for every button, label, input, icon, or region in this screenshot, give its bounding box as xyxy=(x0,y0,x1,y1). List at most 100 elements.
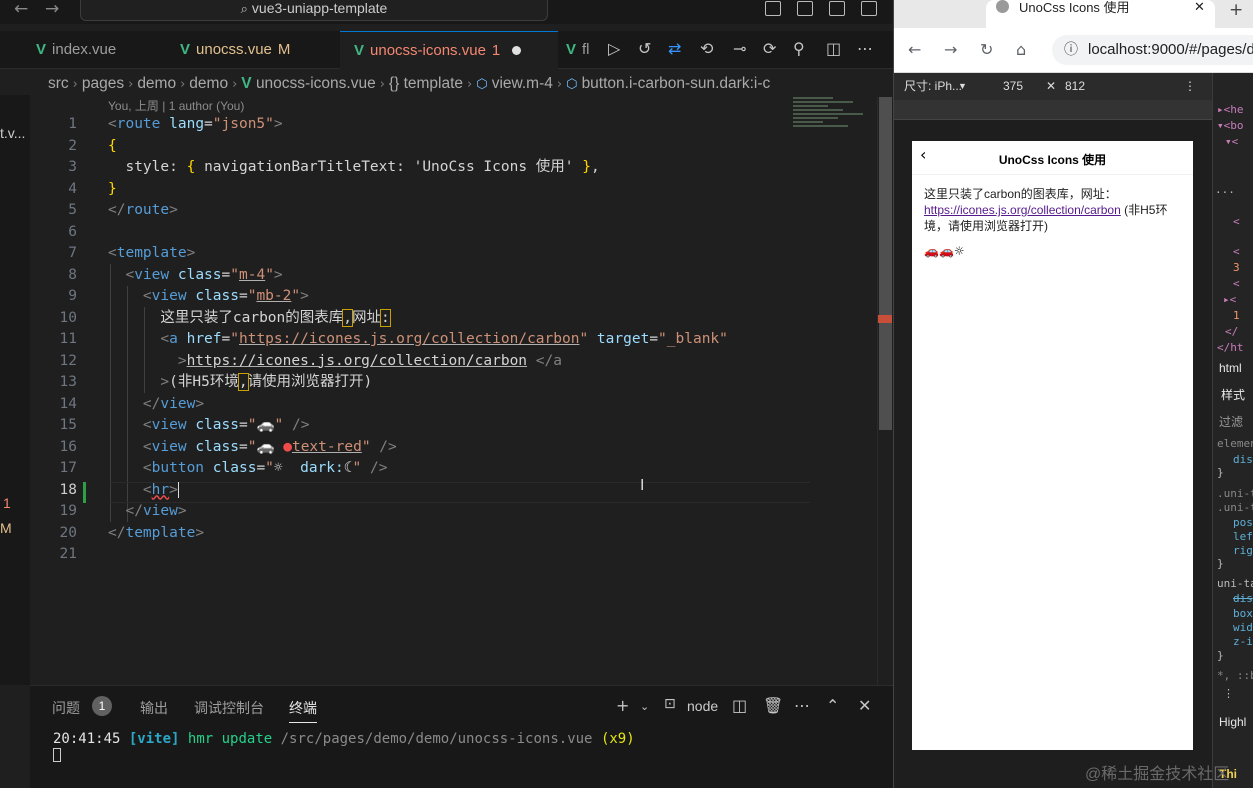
breadcrumb-item[interactable]: view.m-4 xyxy=(492,75,553,92)
bottom-panel: 问题 1 输出 调试控制台 终端 + ⌄ ⊡ node ◫ 🗑 ⋯ ⌃ ✕ 20… xyxy=(30,685,893,788)
dom-node[interactable]: 1 xyxy=(1233,309,1240,322)
dom-node[interactable]: </ xyxy=(1225,325,1238,338)
code-line: 18 <hr> xyxy=(30,480,875,502)
minimap[interactable] xyxy=(793,97,873,137)
dom-node[interactable]: ▸< xyxy=(1223,293,1236,306)
dom-node[interactable]: 3 xyxy=(1233,261,1240,274)
dom-node[interactable]: < xyxy=(1233,215,1240,228)
toggle-secondary-sidebar-icon[interactable] xyxy=(829,1,845,16)
dom-node[interactable]: </ht xyxy=(1217,341,1244,354)
browser-tab[interactable]: UnoCss Icons 使用 ✕ xyxy=(986,0,1215,28)
tab-unocss-icons-vue[interactable]: Vunocss-icons.vue 1 xyxy=(340,31,558,69)
breadcrumb-item[interactable]: unocss-icons.vue xyxy=(256,75,376,92)
more-actions-icon[interactable]: ⋯ xyxy=(857,40,873,58)
terminal-shell-name[interactable]: node xyxy=(687,698,718,714)
styles-filter-input[interactable]: 过滤 xyxy=(1219,413,1243,430)
device-more-icon[interactable]: ⋮ xyxy=(1184,73,1196,100)
forward-arrow-icon[interactable]: → xyxy=(45,0,59,18)
close-panel-icon[interactable]: ✕ xyxy=(858,696,871,715)
chevron-down-icon[interactable]: ⌄ xyxy=(640,700,649,713)
style-rule: .uni-t xyxy=(1217,487,1253,500)
new-tab-icon[interactable]: + xyxy=(1229,0,1243,20)
code-line: 10 这里只装了carbon的图表库,网址: xyxy=(30,308,875,330)
close-tab-icon[interactable]: ✕ xyxy=(1194,0,1205,16)
git-blame-codelens[interactable]: You, 上周 | 1 author (You) xyxy=(108,97,244,114)
dom-node[interactable]: ▾<bo xyxy=(1217,119,1244,132)
timeline-icon[interactable]: ↺ xyxy=(638,40,651,58)
maximize-panel-icon[interactable]: ⌃ xyxy=(826,696,839,715)
tab-fl[interactable]: Vfl xyxy=(566,31,590,69)
git-commit-icon[interactable]: ⊸ xyxy=(733,40,746,58)
navigation-bar: ‹ UnoCss Icons 使用 xyxy=(912,141,1193,175)
style-prop: pos xyxy=(1233,516,1253,529)
line-number: 1 xyxy=(68,116,77,132)
code-editor[interactable]: 1 <route lang="json5"> 2{ 3 style: { navi… xyxy=(30,114,875,684)
tab-debug-console[interactable]: 调试控制台 xyxy=(194,698,264,718)
reload-icon[interactable]: ↻ xyxy=(980,40,993,59)
breadcrumb-item[interactable]: button.i-carbon-sun.dark:i-c xyxy=(582,75,771,92)
breadcrumb-item[interactable]: template xyxy=(404,75,463,92)
breadcrumb-item[interactable]: demo xyxy=(137,75,176,92)
breadcrumb-item[interactable]: src xyxy=(48,75,69,92)
viewport-width[interactable]: 375 xyxy=(1003,73,1023,100)
tab-styles[interactable]: 样式 xyxy=(1221,386,1245,403)
element-icon: ⬡ xyxy=(566,77,582,92)
tab-problems[interactable]: 问题 xyxy=(52,698,80,718)
dom-node[interactable]: ▸<he xyxy=(1217,103,1244,116)
customize-layout-icon[interactable] xyxy=(861,1,877,16)
code-line: 15 <view class="🚗" /> xyxy=(30,415,875,437)
site-info-icon[interactable]: ⓘ xyxy=(1064,35,1078,65)
carbon-link[interactable]: https://icones.js.org/collection/carbon xyxy=(924,203,1121,217)
git-next-icon[interactable]: ⟳ xyxy=(763,40,776,58)
viewport-height[interactable]: 812 xyxy=(1065,73,1085,100)
editor-scrollbar[interactable] xyxy=(877,97,892,685)
code-line: 14 </view> xyxy=(30,394,875,416)
toggle-sidebar-icon[interactable] xyxy=(765,1,781,16)
terminal-output[interactable]: 20:41:45 [vite] hmr update /src/pages/de… xyxy=(53,731,635,747)
toggle-panel-icon[interactable] xyxy=(797,1,813,16)
highlight-tab[interactable]: Highl xyxy=(1219,715,1246,729)
breadcrumb-html[interactable]: html xyxy=(1219,361,1242,375)
dom-node[interactable]: ▾< xyxy=(1225,135,1238,148)
branch-icon[interactable]: ⚲ xyxy=(793,40,805,58)
device-toolbar: 尺寸: iPh... ▼ 375 ✕ 812 ⋮ xyxy=(894,73,1212,100)
back-arrow-icon[interactable]: ← xyxy=(908,40,921,59)
home-icon[interactable]: ⌂ xyxy=(1016,40,1026,59)
device-select[interactable]: 尺寸: iPh... xyxy=(904,73,962,100)
tab-index-vue[interactable]: Vindex.vue xyxy=(36,31,116,69)
address-bar[interactable]: ⓘ localhost:9000/#/pages/d xyxy=(1052,35,1253,65)
dom-ellipsis[interactable]: ... xyxy=(1215,183,1235,196)
style-rule: *, ::b xyxy=(1217,669,1253,682)
tab-unocss-vue[interactable]: Vunocss.vue M xyxy=(180,31,290,69)
tab-output[interactable]: 输出 xyxy=(140,698,168,718)
rendered-icons[interactable]: 🚗🚗☼ xyxy=(924,244,965,258)
new-terminal-icon[interactable]: + xyxy=(616,696,629,715)
split-terminal-icon[interactable]: ◫ xyxy=(732,696,747,715)
forward-arrow-icon[interactable]: → xyxy=(944,40,957,59)
tab-label: unocss-icons.vue xyxy=(370,42,486,59)
unsaved-dot-icon[interactable] xyxy=(512,46,522,55)
explorer-file-label[interactable]: t.v... xyxy=(0,125,25,141)
breadcrumb-item[interactable]: demo xyxy=(189,75,228,92)
dom-node[interactable]: < xyxy=(1233,245,1240,258)
drawer-menu-icon[interactable]: ⋮ xyxy=(1223,687,1234,700)
more-actions-icon[interactable]: ⋯ xyxy=(794,696,810,715)
dom-node[interactable]: < xyxy=(1233,277,1240,290)
code-line: 3 style: { navigationBarTitleText: 'UnoC… xyxy=(30,157,875,179)
command-center[interactable]: ⌕ vue3-uniapp-template xyxy=(80,0,548,21)
browser-window: UnoCss Icons 使用 ✕ + ← → ↻ ⌂ ⓘ localhost:9… xyxy=(893,0,1253,788)
run-icon[interactable]: ▷ xyxy=(608,40,620,58)
tab-label: fl xyxy=(582,41,590,58)
tab-terminal[interactable]: 终端 xyxy=(289,698,317,723)
red-dot-icon: ● xyxy=(283,438,292,455)
breadcrumb-item[interactable]: pages xyxy=(82,75,124,92)
split-editor-icon[interactable]: ◫ xyxy=(826,40,841,58)
git-previous-icon[interactable]: ⟲ xyxy=(700,40,713,58)
browser-tab-title: UnoCss Icons 使用 xyxy=(1019,0,1130,15)
scrollbar-thumb[interactable] xyxy=(879,97,892,430)
compare-icon[interactable]: ⇄ xyxy=(668,40,681,58)
trash-icon[interactable]: 🗑 xyxy=(763,696,783,715)
style-brace: } xyxy=(1217,557,1224,570)
back-arrow-icon[interactable]: ← xyxy=(14,0,28,18)
car-icon: 🚗 xyxy=(256,438,275,455)
